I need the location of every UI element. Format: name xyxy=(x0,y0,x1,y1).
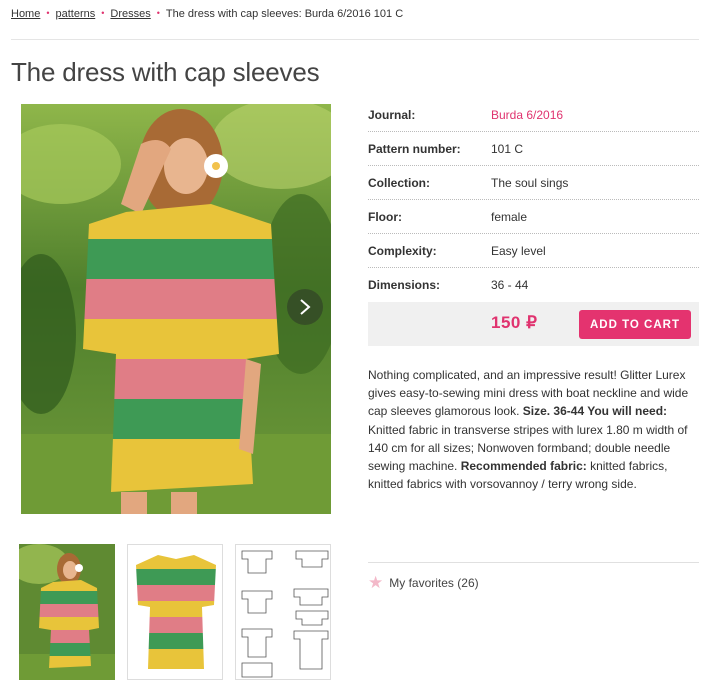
spec-row-complexity: Complexity: Easy level xyxy=(368,234,699,268)
journal-link[interactable]: Burda 6/2016 xyxy=(491,108,563,122)
favorites-count: (26) xyxy=(457,575,479,590)
spec-value: 36 - 44 xyxy=(491,278,529,292)
breadcrumb-home-link[interactable]: Home xyxy=(11,8,40,20)
favorites-button[interactable]: ★ My favorites (26) xyxy=(368,574,479,591)
price: 150 ₽ xyxy=(491,313,538,332)
breadcrumb-separator: • xyxy=(156,8,160,18)
chevron-right-icon xyxy=(300,299,311,315)
spec-label: Dimensions: xyxy=(368,278,441,292)
fabric-label: Recommended fabric: xyxy=(460,459,587,474)
buy-box: 150 ₽ ADD TO CART xyxy=(368,302,699,346)
thumbnail-photo[interactable] xyxy=(19,544,115,680)
size-label: Size. 36-44 You will need: xyxy=(522,404,668,419)
product-description: Nothing complicated, and an impressive r… xyxy=(368,366,696,493)
next-image-button[interactable] xyxy=(287,289,323,325)
spec-label: Floor: xyxy=(368,209,402,224)
spec-row-pattern-number: Pattern number: 101 C xyxy=(368,132,699,166)
spec-label: Pattern number: xyxy=(368,141,461,156)
page-title: The dress with cap sleeves xyxy=(11,57,320,87)
thumbnail-pattern-illustration xyxy=(236,545,330,679)
spec-label: Journal: xyxy=(368,107,416,122)
favorites-label: My favorites xyxy=(389,575,454,590)
thumbnail-photo-illustration xyxy=(19,544,115,680)
breadcrumb: Home • patterns • Dresses • The dress with cap… xyxy=(11,8,403,20)
breadcrumb-separator: • xyxy=(101,8,105,18)
thumbnail-dress-illustration xyxy=(128,545,222,679)
spec-value: 101 C xyxy=(491,141,524,156)
spec-value: female xyxy=(491,209,528,224)
breadcrumb-patterns-link[interactable]: patterns xyxy=(56,8,96,20)
product-specs: Journal: Burda 6/2016 Pattern number: 10… xyxy=(368,98,699,302)
thumbnail-pattern-layout[interactable] xyxy=(235,544,331,680)
breadcrumb-current: The dress with cap sleeves: Burda 6/2016… xyxy=(165,8,404,20)
thumbnail-dress[interactable] xyxy=(127,544,223,680)
spec-label: Collection: xyxy=(368,175,430,190)
divider xyxy=(368,562,699,563)
spec-value: The soul sings xyxy=(491,175,569,190)
spec-row-floor: Floor: female xyxy=(368,200,699,234)
breadcrumb-dresses-link[interactable]: Dresses xyxy=(110,8,150,20)
divider xyxy=(11,39,699,40)
spec-row-dimensions: Dimensions: 36 - 44 xyxy=(368,268,699,302)
spec-label: Complexity: xyxy=(368,243,437,258)
star-icon: ★ xyxy=(368,573,384,592)
add-to-cart-button[interactable]: ADD TO CART xyxy=(579,310,691,339)
spec-row-collection: Collection: The soul sings xyxy=(368,166,699,200)
dress-photo-illustration xyxy=(21,104,331,514)
main-product-photo[interactable] xyxy=(21,104,331,514)
spec-value: Easy level xyxy=(491,243,546,258)
breadcrumb-separator: • xyxy=(46,8,50,18)
spec-row-journal: Journal: Burda 6/2016 xyxy=(368,98,699,132)
